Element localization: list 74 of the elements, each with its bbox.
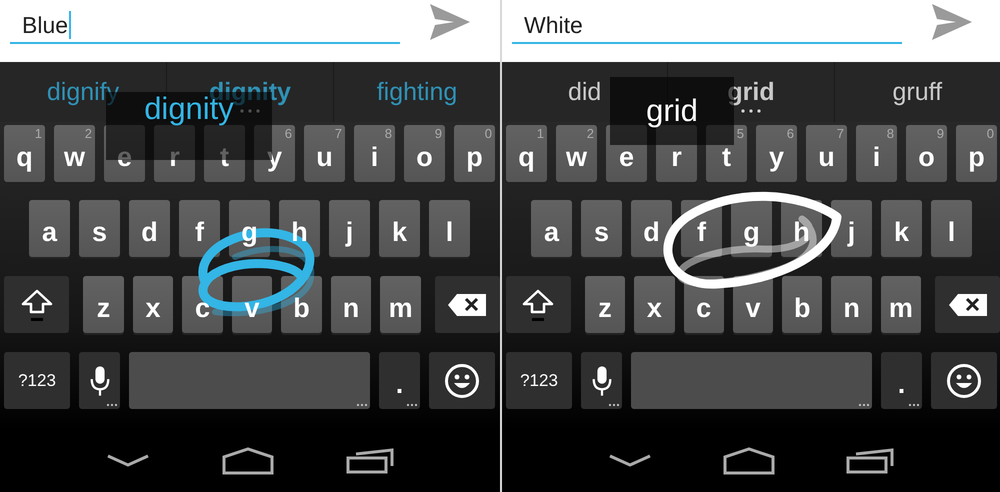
letter-key[interactable]: 8 i: [856, 125, 897, 182]
home-icon[interactable]: [222, 447, 274, 475]
back-icon[interactable]: [106, 454, 150, 468]
shift-key[interactable]: [4, 276, 70, 333]
letter-key[interactable]: 9 o: [404, 125, 445, 182]
backspace-icon: [448, 294, 486, 316]
suggestion[interactable]: dignify: [46, 77, 120, 107]
recent-apps-icon[interactable]: [346, 448, 394, 474]
letter-key[interactable]: m: [380, 276, 421, 333]
letter-key[interactable]: g: [731, 200, 772, 257]
letter-key[interactable]: x: [132, 276, 174, 333]
letter-key[interactable]: z: [83, 276, 124, 333]
letter-key[interactable]: 1 q: [4, 125, 45, 182]
send-icon[interactable]: [932, 4, 972, 40]
suggestion[interactable]: fighting: [376, 77, 458, 107]
letter-key[interactable]: 7 u: [806, 125, 847, 182]
letter-key[interactable]: d: [631, 200, 672, 257]
letter-key[interactable]: x: [634, 276, 675, 333]
home-icon[interactable]: [722, 447, 775, 475]
letter-key[interactable]: 0 p: [956, 125, 997, 182]
more-icon: [740, 109, 761, 113]
microphone-key[interactable]: [581, 352, 622, 409]
emoji-key[interactable]: [429, 352, 495, 409]
shift-icon: [521, 288, 556, 322]
letter-key[interactable]: s: [79, 200, 120, 257]
letter-key[interactable]: 2 w: [54, 125, 95, 182]
shift-icon: [20, 288, 54, 322]
letter-key[interactable]: 9 o: [906, 125, 947, 182]
letter-key[interactable]: b: [782, 276, 822, 333]
letter-key[interactable]: 1 q: [506, 125, 547, 182]
letter-key[interactable]: d: [129, 200, 170, 257]
emoji-key[interactable]: [931, 352, 997, 409]
letter-key[interactable]: k: [881, 200, 922, 257]
back-icon[interactable]: [608, 454, 652, 468]
letter-key[interactable]: 6 y: [254, 125, 295, 182]
microphone-key[interactable]: [79, 352, 120, 409]
period-key[interactable]: .: [881, 352, 922, 409]
letter-key[interactable]: z: [584, 276, 626, 333]
letter-key[interactable]: e: [606, 125, 647, 182]
letter-key[interactable]: a: [531, 200, 572, 257]
microphone-icon: [590, 364, 612, 396]
more-icon: [240, 109, 260, 113]
backspace-key[interactable]: [434, 276, 500, 333]
microphone-icon: [88, 364, 110, 396]
send-icon[interactable]: [430, 4, 470, 40]
letter-key[interactable]: 7 u: [304, 125, 345, 182]
letter-key[interactable]: 6 y: [756, 125, 797, 182]
letter-key[interactable]: n: [831, 276, 872, 333]
letter-key[interactable]: s: [581, 200, 622, 257]
backspace-key[interactable]: [935, 276, 1000, 333]
letter-key[interactable]: n: [330, 276, 372, 333]
letter-key[interactable]: k: [379, 200, 420, 257]
letter-key[interactable]: j: [329, 200, 370, 257]
suggestion[interactable]: gruff: [892, 77, 942, 107]
letter-key[interactable]: 2 w: [556, 125, 597, 182]
shift-key[interactable]: [506, 276, 571, 333]
letter-key[interactable]: j: [831, 200, 872, 257]
period-key[interactable]: .: [379, 352, 420, 409]
letter-key[interactable]: 0 p: [454, 125, 495, 182]
recent-apps-icon[interactable]: [846, 448, 894, 474]
symbols-key[interactable]: ?123: [4, 352, 70, 409]
letter-key[interactable]: a: [29, 200, 70, 257]
suggestion[interactable]: grid: [727, 77, 775, 107]
letter-key[interactable]: m: [880, 276, 922, 333]
letter-key[interactable]: 8 i: [354, 125, 395, 182]
smiley-icon: [946, 362, 982, 398]
letter-key[interactable]: 5 t: [706, 125, 747, 182]
suggestion[interactable]: did: [568, 77, 602, 107]
smiley-icon: [444, 362, 480, 398]
letter-key[interactable]: l: [931, 200, 972, 257]
letter-key[interactable]: l: [429, 200, 470, 257]
backspace-icon: [948, 294, 987, 316]
letter-key[interactable]: f: [179, 200, 220, 257]
symbols-key[interactable]: ?123: [506, 352, 572, 409]
